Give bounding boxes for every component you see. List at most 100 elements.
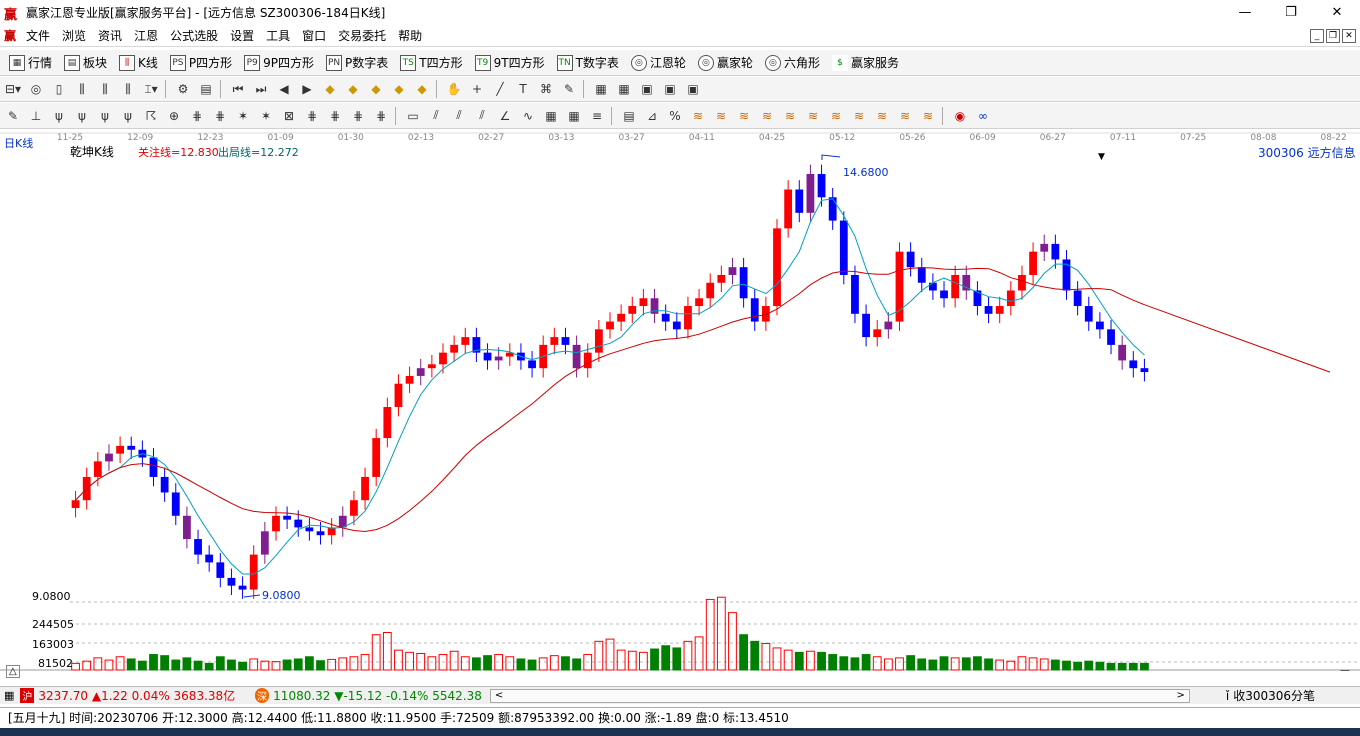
menu-help[interactable]: 帮助 xyxy=(392,27,428,44)
menu-gann[interactable]: 江恩 xyxy=(128,27,164,44)
kline-chart[interactable]: 11-25 12-09 12-23 01-09 01-30 02-13 02-27 03-13… xyxy=(0,130,1360,685)
toolbar-service[interactable]: $ 赢家服务 xyxy=(829,54,902,71)
rect-icon[interactable]: ▭ xyxy=(403,106,423,126)
crosshair-icon[interactable]: + xyxy=(467,79,487,99)
fib-icon[interactable]: ≋ xyxy=(688,106,708,126)
ruler-icon[interactable]: ⊥ xyxy=(26,106,46,126)
collapse-button[interactable]: — xyxy=(1340,665,1350,676)
gann-fan-icon[interactable]: ✶ xyxy=(233,106,253,126)
text-icon[interactable]: T xyxy=(513,79,533,99)
maximize-button[interactable]: ❐ xyxy=(1268,0,1314,24)
bar-chart-icon[interactable]: ⫼ xyxy=(72,79,92,99)
candle-alt-icon[interactable]: ⫼ xyxy=(118,79,138,99)
mdi-close-button[interactable]: ✕ xyxy=(1342,29,1356,43)
prev-icon[interactable]: ◀ xyxy=(274,79,294,99)
lines-icon[interactable]: ⋕ xyxy=(325,106,345,126)
fib-icon[interactable]: ≋ xyxy=(918,106,938,126)
fib-icon[interactable]: ≋ xyxy=(826,106,846,126)
diamond-icon[interactable]: ◆ xyxy=(366,79,386,99)
line-icon[interactable]: ╱ xyxy=(490,79,510,99)
scroll-up-button[interactable]: △ xyxy=(6,665,20,678)
menu-trade[interactable]: 交易委托 xyxy=(332,27,392,44)
fork-icon[interactable]: ψ xyxy=(72,106,92,126)
fan-icon[interactable]: ☈ xyxy=(141,106,161,126)
scroll-right-icon[interactable]: > xyxy=(1176,690,1184,701)
hand-icon[interactable]: ✋ xyxy=(444,79,464,99)
fib-icon[interactable]: ≋ xyxy=(849,106,869,126)
lines-icon[interactable]: ⋕ xyxy=(302,106,322,126)
fib-icon[interactable]: ≋ xyxy=(803,106,823,126)
pencil-icon[interactable]: ✎ xyxy=(3,106,23,126)
channel-icon[interactable]: ⫽ xyxy=(426,106,446,126)
diamond-icon[interactable]: ◆ xyxy=(343,79,363,99)
lines-icon[interactable]: ⋕ xyxy=(371,106,391,126)
calendar-icon[interactable]: ▦ xyxy=(591,79,611,99)
toolbar-p-square[interactable]: PS P四方形 xyxy=(167,54,235,71)
fib-icon[interactable]: ≋ xyxy=(895,106,915,126)
cursor-dropdown-icon[interactable]: ⌶▾ xyxy=(141,79,161,99)
table-icon[interactable]: ▤ xyxy=(619,106,639,126)
channel-icon[interactable]: ⫽ xyxy=(449,106,469,126)
mdi-minimize-button[interactable]: _ xyxy=(1310,29,1324,43)
toolbar-gann-wheel[interactable]: ◎ 江恩轮 xyxy=(628,54,689,71)
fork-icon[interactable]: ψ xyxy=(118,106,138,126)
toolbar-kline[interactable]: ⫼ K线 xyxy=(116,54,161,71)
grid-icon[interactable]: ▦ xyxy=(541,106,561,126)
infinity-icon[interactable]: ∞ xyxy=(973,106,993,126)
minimize-button[interactable]: — xyxy=(1222,0,1268,24)
scroll-left-icon[interactable]: < xyxy=(495,690,503,701)
menu-file[interactable]: 文件 xyxy=(20,27,56,44)
diamond-icon[interactable]: ◆ xyxy=(320,79,340,99)
chart-icon[interactable]: ▤ xyxy=(196,79,216,99)
fib-icon[interactable]: ≋ xyxy=(872,106,892,126)
grid-icon[interactable]: ▦ xyxy=(614,79,634,99)
fib-icon[interactable]: ≋ xyxy=(757,106,777,126)
lines-icon[interactable]: ⋕ xyxy=(187,106,207,126)
grid-icon[interactable]: ▦ xyxy=(564,106,584,126)
color-icon[interactable]: ◉ xyxy=(950,106,970,126)
mdi-restore-button[interactable]: ❐ xyxy=(1326,29,1340,43)
next-icon[interactable]: ▶ xyxy=(297,79,317,99)
chevron-down-icon[interactable]: ▼ xyxy=(1098,152,1105,162)
grid-icon[interactable]: ▦ xyxy=(4,689,14,702)
last-icon[interactable]: ⏭ xyxy=(251,79,271,99)
document-icon[interactable]: ▯ xyxy=(49,79,69,99)
toolbar-hexagon[interactable]: ◎ 六角形 xyxy=(762,54,823,71)
fib-icon[interactable]: ≋ xyxy=(780,106,800,126)
candle-icon[interactable]: ⫼ xyxy=(95,79,115,99)
fork-icon[interactable]: ψ xyxy=(95,106,115,126)
save-icon[interactable]: ▣ xyxy=(637,79,657,99)
toolbar-quotes[interactable]: ▦ 行情 xyxy=(6,54,55,71)
layout-dropdown-icon[interactable]: ⊟▾ xyxy=(3,79,23,99)
toolbar-p-table[interactable]: PN P数字表 xyxy=(323,54,391,71)
wave-icon[interactable]: ∿ xyxy=(518,106,538,126)
tick-data-label[interactable]: 收300306分笔 xyxy=(1233,687,1315,704)
gann-icon[interactable]: ⌘ xyxy=(536,79,556,99)
horizontal-scrollbar[interactable]: < > xyxy=(489,688,1190,703)
menu-window[interactable]: 窗口 xyxy=(296,27,332,44)
close-button[interactable]: ✕ xyxy=(1314,0,1360,24)
chart-area[interactable]: 11-25 12-09 12-23 01-09 01-30 02-13 02-27 03-13… xyxy=(0,130,1360,685)
pen-icon[interactable]: ✎ xyxy=(559,79,579,99)
hatch-icon[interactable]: ≡ xyxy=(587,106,607,126)
lines-icon[interactable]: ⋕ xyxy=(210,106,230,126)
fib-icon[interactable]: ≋ xyxy=(734,106,754,126)
menu-info[interactable]: 资讯 xyxy=(92,27,128,44)
diamond-icon[interactable]: ◆ xyxy=(389,79,409,99)
diamond-icon[interactable]: ◆ xyxy=(412,79,432,99)
toolbar-9t-square[interactable]: T9 9T四方形 xyxy=(472,54,548,71)
angle-icon[interactable]: ∠ xyxy=(495,106,515,126)
export-icon[interactable]: ▣ xyxy=(660,79,680,99)
menu-formula[interactable]: 公式选股 xyxy=(164,27,224,44)
toolbar-winner-wheel[interactable]: ◎ 赢家轮 xyxy=(695,54,756,71)
menu-settings[interactable]: 设置 xyxy=(224,27,260,44)
gann-fan-icon[interactable]: ✶ xyxy=(256,106,276,126)
period-icon[interactable]: ◎ xyxy=(26,79,46,99)
circle-icon[interactable]: ⊕ xyxy=(164,106,184,126)
toolbar-9p-square[interactable]: P9 9P四方形 xyxy=(241,54,317,71)
print-icon[interactable]: ▣ xyxy=(683,79,703,99)
first-icon[interactable]: ⏮ xyxy=(228,79,248,99)
box-icon[interactable]: ⊠ xyxy=(279,106,299,126)
menu-tools[interactable]: 工具 xyxy=(260,27,296,44)
fib-icon[interactable]: ⊿ xyxy=(642,106,662,126)
